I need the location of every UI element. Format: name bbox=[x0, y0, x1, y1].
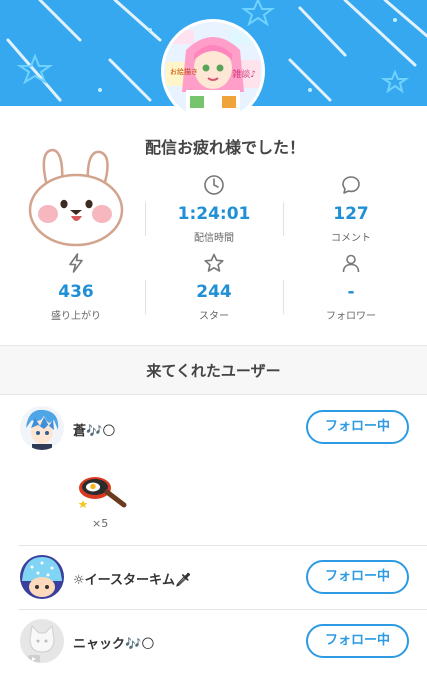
gift-count: ×5 bbox=[92, 517, 109, 530]
stat-followers: - フォロワー bbox=[287, 250, 415, 322]
frying-pan-gift-icon bbox=[78, 472, 128, 518]
divider bbox=[18, 545, 427, 546]
avatar[interactable] bbox=[20, 406, 64, 450]
section-title: 来てくれたユーザー bbox=[146, 362, 281, 380]
divider bbox=[145, 280, 146, 314]
stat-comments: 127 コメント bbox=[287, 172, 415, 244]
avatar[interactable] bbox=[20, 619, 64, 663]
avatar[interactable] bbox=[20, 555, 64, 599]
follow-button[interactable]: フォロー中 bbox=[306, 560, 409, 594]
stat-value: - bbox=[347, 282, 355, 302]
stat-excitement: 436 盛り上がり bbox=[12, 250, 140, 322]
stat-value: 1:24:01 bbox=[177, 204, 251, 224]
divider bbox=[18, 609, 427, 610]
page-title: 配信お疲れ様でした！ bbox=[144, 138, 305, 157]
stat-value: 436 bbox=[58, 282, 94, 302]
comment-icon bbox=[342, 176, 360, 194]
user-name: ☼イースターキム🗡 bbox=[73, 573, 192, 588]
stat-value: 127 bbox=[333, 204, 369, 224]
divider bbox=[283, 280, 284, 314]
lightning-icon bbox=[69, 253, 83, 273]
divider bbox=[145, 202, 146, 236]
stat-label: 盛り上がり bbox=[51, 311, 101, 322]
visitors-section-header: 来てくれたユーザー bbox=[0, 345, 427, 395]
stat-value: 244 bbox=[196, 282, 232, 302]
stat-label: スター bbox=[199, 311, 229, 322]
clock-icon bbox=[204, 175, 224, 195]
broadcaster-avatar: 雑談♪ お絵描き bbox=[161, 19, 265, 123]
user-name: 蒼🎶🌕 bbox=[73, 424, 116, 439]
stat-stream-time: 1:24:01 配信時間 bbox=[150, 172, 278, 244]
avatar-sticker-chat: 雑談♪ bbox=[232, 68, 256, 80]
follow-button[interactable]: フォロー中 bbox=[306, 410, 409, 444]
avatar-sticker-drawing: お絵描き bbox=[170, 67, 198, 76]
stat-label: コメント bbox=[331, 233, 371, 244]
stat-label: フォロワー bbox=[326, 311, 376, 322]
follow-button[interactable]: フォロー中 bbox=[306, 624, 409, 658]
person-icon bbox=[342, 254, 360, 273]
user-name: ニャック🎶🌕 bbox=[73, 637, 155, 652]
bunny-mascot-icon bbox=[22, 148, 132, 252]
stat-stars: 244 スター bbox=[150, 250, 278, 322]
divider bbox=[283, 202, 284, 236]
star-icon bbox=[204, 253, 224, 272]
stat-label: 配信時間 bbox=[194, 233, 234, 244]
